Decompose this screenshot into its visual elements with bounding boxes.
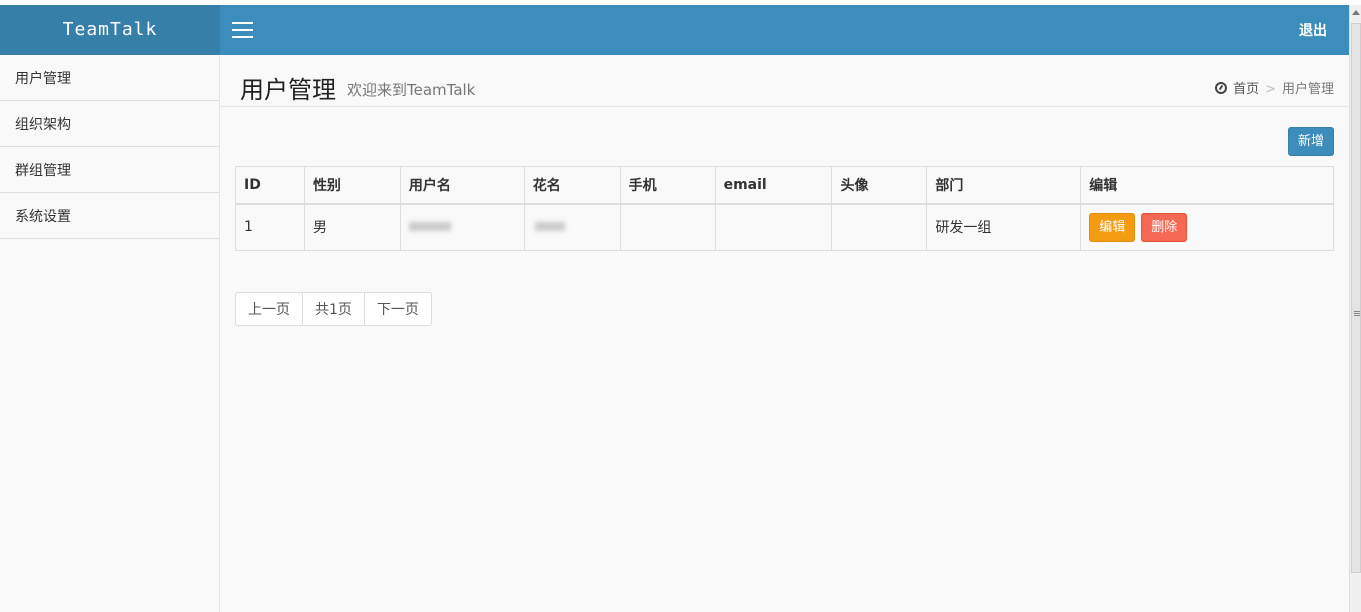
dashboard-icon [1215,82,1228,94]
main-content: 用户管理 欢迎来到TeamTalk 首页 > 用户管理 新增 ID 性别 用户名 花… [220,55,1349,612]
cell-email [714,203,833,251]
cell-department: 研发一组 [926,203,1082,251]
column-header-edit: 编辑 [1080,166,1334,205]
app-logo[interactable]: TeamTalk [0,5,220,55]
vertical-scrollbar[interactable] [1349,5,1361,612]
page-subtitle: 欢迎来到TeamTalk [347,81,476,99]
top-navbar: TeamTalk 退出 [0,5,1349,55]
content-header: 用户管理 欢迎来到TeamTalk 首页 > 用户管理 [220,55,1349,107]
sidebar-item-user-management[interactable]: 用户管理 [0,55,219,101]
column-header-phone: 手机 [619,166,716,205]
scrollbar-thumb[interactable] [1351,23,1361,573]
page-total: 共1页 [302,292,365,326]
cell-gender: 男 [303,203,401,251]
logout-button[interactable]: 退出 [1299,5,1327,57]
column-header-avatar: 头像 [831,166,928,205]
sidebar: 用户管理 组织架构 群组管理 系统设置 [0,55,220,612]
cell-id: 1 [235,203,305,251]
edit-button[interactable]: 编辑 [1089,212,1136,242]
menu-toggle-icon[interactable] [232,22,253,38]
user-table: ID 性别 用户名 花名 手机 email 头像 部门 编辑 1 男 研发一组 [235,166,1334,251]
breadcrumb-home[interactable]: 首页 [1233,82,1259,97]
cell-username-redacted [399,203,525,251]
prev-page-button[interactable]: 上一页 [235,292,303,326]
cell-nickname-redacted [523,203,621,251]
scrollbar-grip-icon [1354,311,1360,312]
table-header-row: ID 性别 用户名 花名 手机 email 头像 部门 编辑 [235,166,1334,205]
cell-actions: 编辑 删除 [1080,203,1334,251]
breadcrumb-separator: > [1265,82,1276,97]
column-header-department: 部门 [926,166,1082,205]
breadcrumb-current: 用户管理 [1281,82,1334,97]
add-button[interactable]: 新增 [1288,127,1334,156]
column-header-id: ID [235,166,305,205]
sidebar-item-system-settings[interactable]: 系统设置 [0,193,219,239]
column-header-gender: 性别 [303,166,401,205]
page-title: 用户管理 [240,76,336,104]
breadcrumb: 首页 > 用户管理 [1215,78,1334,97]
delete-button[interactable]: 删除 [1141,212,1188,242]
scroll-up-arrow-icon[interactable] [1352,10,1360,15]
table-row: 1 男 研发一组 编辑 删除 [235,203,1334,251]
column-header-username: 用户名 [399,166,525,205]
cell-avatar [831,203,928,251]
next-page-button[interactable]: 下一页 [363,292,432,326]
column-header-nickname: 花名 [523,166,621,205]
sidebar-item-group-management[interactable]: 群组管理 [0,147,219,193]
cell-phone [619,203,716,251]
pagination: 上一页 共1页 下一页 [235,292,432,326]
column-header-email: email [714,166,833,205]
sidebar-item-organization[interactable]: 组织架构 [0,101,219,147]
